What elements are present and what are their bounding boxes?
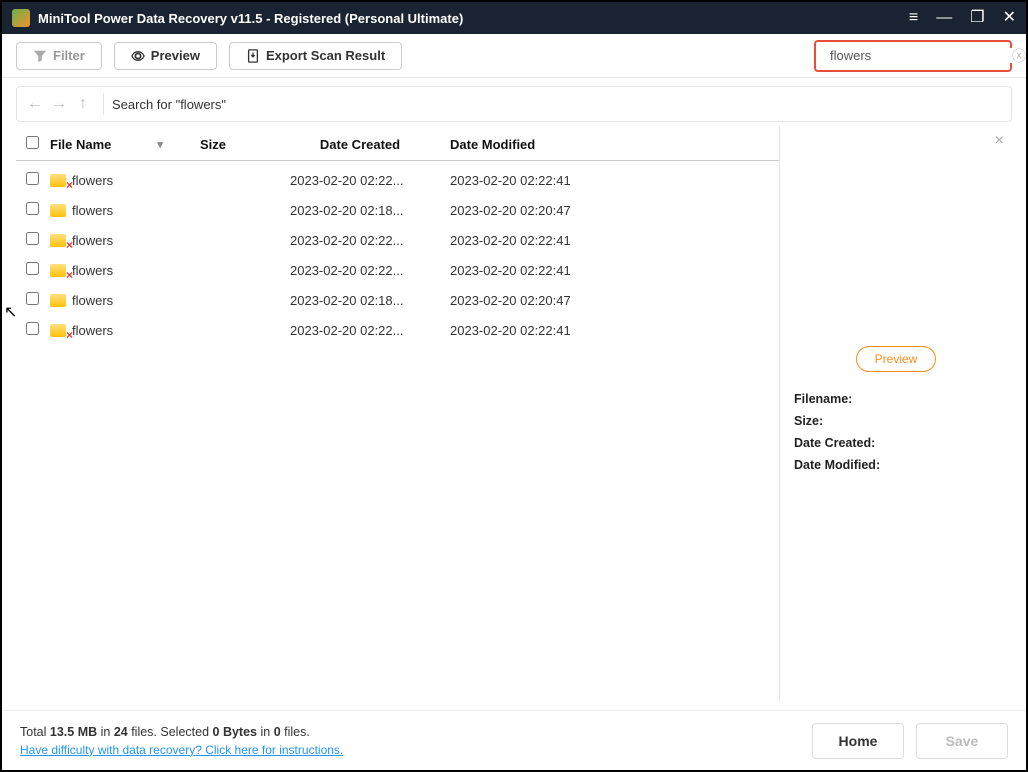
table-row[interactable]: flowers 2023-02-20 02:18...2023-02-20 02:…: [16, 195, 779, 225]
nav-forward-icon[interactable]: →: [49, 95, 69, 113]
col-created[interactable]: Date Created: [290, 137, 430, 152]
file-modified: 2023-02-20 02:22:41: [430, 233, 769, 248]
clear-search-icon[interactable]: ⓧ: [1012, 46, 1026, 66]
table-row[interactable]: flowers 2023-02-20 02:22...2023-02-20 02:…: [16, 315, 779, 345]
home-button[interactable]: Home: [812, 723, 904, 759]
export-icon: [246, 49, 260, 63]
search-input[interactable]: [824, 48, 1012, 63]
main-area: File Name ▾ Size Date Created Date Modif…: [16, 126, 1012, 702]
file-name: flowers: [72, 293, 113, 308]
preview-metadata: Filename: Size: Date Created: Date Modif…: [790, 392, 1002, 472]
titlebar: MiniTool Power Data Recovery v11.5 - Reg…: [2, 2, 1026, 34]
export-label: Export Scan Result: [266, 48, 385, 63]
maximize-icon[interactable]: ❐: [970, 10, 984, 26]
file-list-pane: File Name ▾ Size Date Created Date Modif…: [16, 126, 780, 702]
file-name: flowers: [72, 323, 113, 338]
divider: [103, 93, 104, 115]
funnel-icon: [33, 49, 47, 63]
file-rows: flowers2023-02-20 02:22...2023-02-20 02:…: [16, 161, 779, 349]
file-created: 2023-02-20 02:22...: [290, 323, 430, 338]
save-button[interactable]: Save: [916, 723, 1008, 759]
preview-label: Preview: [151, 48, 200, 63]
export-button[interactable]: Export Scan Result: [229, 42, 402, 70]
col-name[interactable]: File Name: [50, 137, 111, 152]
eye-icon: [131, 49, 145, 63]
app-logo-icon: [12, 9, 30, 27]
folder-icon: [50, 324, 66, 337]
col-size[interactable]: Size: [200, 137, 290, 152]
file-modified: 2023-02-20 02:20:47: [430, 293, 769, 308]
row-checkbox[interactable]: [26, 292, 39, 305]
meta-filename-label: Filename:: [794, 392, 998, 406]
help-link[interactable]: Have difficulty with data recovery? Clic…: [20, 743, 343, 757]
breadcrumb-path: Search for "flowers": [112, 97, 226, 112]
file-created: 2023-02-20 02:22...: [290, 173, 430, 188]
folder-icon: [50, 174, 66, 187]
filter-label: Filter: [53, 48, 85, 63]
file-created: 2023-02-20 02:22...: [290, 233, 430, 248]
file-name: flowers: [72, 233, 113, 248]
breadcrumb-bar: ← → ↑ Search for "flowers": [16, 86, 1012, 122]
preview-button[interactable]: Preview: [114, 42, 217, 70]
meta-modified-label: Date Modified:: [794, 458, 998, 472]
window-title: MiniTool Power Data Recovery v11.5 - Reg…: [38, 11, 909, 26]
search-box: ⓧ: [814, 40, 1012, 72]
file-modified: 2023-02-20 02:22:41: [430, 263, 769, 278]
row-checkbox[interactable]: [26, 202, 39, 215]
close-icon[interactable]: ✕: [1003, 10, 1016, 26]
action-bar: Filter Preview Export Scan Result ⓧ: [2, 34, 1026, 78]
file-name: flowers: [72, 203, 113, 218]
folder-icon: [50, 294, 66, 307]
table-row[interactable]: flowers 2023-02-20 02:22...2023-02-20 02:…: [16, 255, 779, 285]
row-checkbox[interactable]: [26, 262, 39, 275]
row-checkbox[interactable]: [26, 172, 39, 185]
table-row[interactable]: flowers 2023-02-20 02:22...2023-02-20 02:…: [16, 165, 779, 195]
file-modified: 2023-02-20 02:22:41: [430, 323, 769, 338]
file-created: 2023-02-20 02:18...: [290, 203, 430, 218]
file-created: 2023-02-20 02:22...: [290, 263, 430, 278]
footer: Total 13.5 MB in 24 files. Selected 0 By…: [2, 710, 1026, 770]
select-all-checkbox[interactable]: [26, 136, 39, 149]
nav-back-icon[interactable]: ←: [25, 95, 45, 113]
nav-up-icon[interactable]: ↑: [73, 95, 93, 113]
sort-indicator-icon[interactable]: ▾: [157, 138, 163, 151]
file-created: 2023-02-20 02:18...: [290, 293, 430, 308]
meta-created-label: Date Created:: [794, 436, 998, 450]
folder-icon: [50, 264, 66, 277]
menu-icon[interactable]: ≡: [909, 10, 918, 26]
column-headers: File Name ▾ Size Date Created Date Modif…: [16, 126, 779, 161]
meta-size-label: Size:: [794, 414, 998, 428]
minimize-icon[interactable]: —: [936, 10, 952, 26]
folder-icon: [50, 234, 66, 247]
file-modified: 2023-02-20 02:22:41: [430, 173, 769, 188]
row-checkbox[interactable]: [26, 322, 39, 335]
filter-button[interactable]: Filter: [16, 42, 102, 70]
table-row[interactable]: flowers 2023-02-20 02:18...2023-02-20 02:…: [16, 285, 779, 315]
preview-file-button[interactable]: Preview: [856, 346, 936, 372]
stats-text: Total 13.5 MB in 24 files. Selected 0 By…: [20, 725, 343, 739]
file-modified: 2023-02-20 02:20:47: [430, 203, 769, 218]
file-name: flowers: [72, 263, 113, 278]
close-preview-icon[interactable]: ×: [995, 132, 1004, 150]
preview-pane: × Preview Filename: Size: Date Created: …: [780, 126, 1012, 702]
table-row[interactable]: flowers 2023-02-20 02:22...2023-02-20 02:…: [16, 225, 779, 255]
row-checkbox[interactable]: [26, 232, 39, 245]
window-controls: ≡ — ❐ ✕: [909, 10, 1016, 26]
col-modified[interactable]: Date Modified: [430, 137, 769, 152]
folder-icon: [50, 204, 66, 217]
file-name: flowers: [72, 173, 113, 188]
